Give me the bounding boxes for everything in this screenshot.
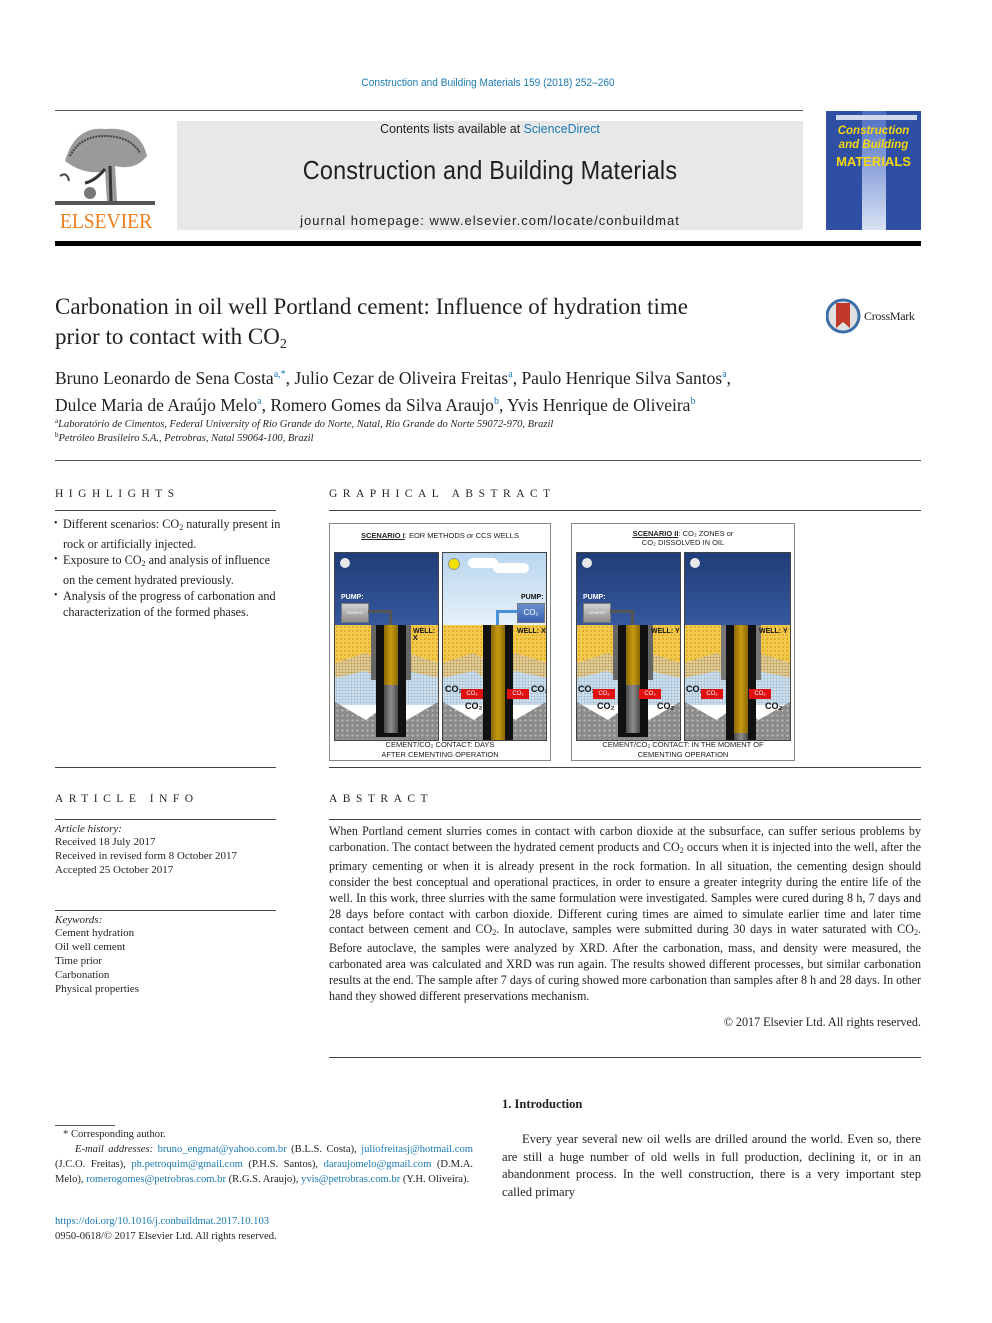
keyword: Carbonation — [55, 969, 110, 981]
highlight-item: Analysis of the progress of carbonation … — [54, 588, 285, 620]
journal-reference[interactable]: Construction and Building Materials 159 … — [39, 77, 937, 89]
introduction-body: Every year several new oil wells are dri… — [502, 1132, 921, 1199]
graphical-abstract-scenario-2[interactable]: SCENARIO II: CO₂ ZONES or CO₂ DISSOLVED I… — [571, 523, 795, 761]
scenario-2-scene-left: PUMP: CEMENT WELL: Y CO₂ CO₂ CO₂ CO₂ CO₂ — [576, 552, 681, 741]
highlight-item: Different scenarios: CO2 naturally prese… — [54, 516, 285, 552]
author[interactable]: Yvis Henrique de Oliveira — [507, 395, 690, 415]
keywords-label: Keywords: — [55, 914, 103, 926]
pump-cement-box: CEMENT — [341, 603, 369, 623]
highlights-bottom-rule — [55, 767, 276, 768]
scenario-1-scene-night: PUMP: CEMENT WELL: X — [334, 552, 439, 741]
article-info-heading: ARTICLE INFO — [55, 793, 199, 805]
sun-icon — [448, 558, 460, 570]
crossmark-label[interactable]: CrossMark — [864, 309, 915, 324]
cover-topbar — [836, 115, 917, 120]
author-affiliation-marker[interactable]: b — [690, 396, 695, 407]
contents-prefix: Contents lists available at — [380, 121, 524, 136]
email-addresses: E-mail addresses: bruno_engmat@yahoo.com… — [55, 1144, 474, 1185]
author-list: Bruno Leonardo de Sena Costaa,*, Julio C… — [55, 368, 732, 415]
moon-icon — [582, 558, 592, 568]
elsevier-wordmark: ELSEVIER — [59, 209, 153, 233]
revised-date: Received in revised form 8 October 2017 — [55, 850, 238, 862]
author[interactable]: Paulo Henrique Silva Santos — [521, 368, 722, 388]
moon-icon — [340, 558, 350, 568]
co2-arrow-right: CO₂ — [507, 689, 529, 699]
sciencedirect-link[interactable]: ScienceDirect — [524, 121, 600, 136]
paper-title: Carbonation in oil well Portland cement:… — [55, 292, 795, 360]
graphical-abstract-rule — [329, 510, 921, 511]
scenario-2-caption: CEMENT/CO₂ CONTACT: IN THE MOMENT OF CEME… — [602, 740, 764, 759]
highlights-list: Different scenarios: CO2 naturally prese… — [54, 516, 285, 620]
keyword: Cement hydration — [55, 927, 135, 939]
cover-title-line3: MATERIALS — [836, 154, 911, 169]
author[interactable]: Dulce Maria de Araújo Melo — [55, 395, 257, 415]
article-history: Article history: Received 18 July 2017 R… — [55, 823, 285, 877]
affiliation-b: bPetróleo Brasileiro S.A., Petrobras, Na… — [55, 431, 314, 444]
email-link[interactable]: juliofreitasj@hotmail.com — [361, 1144, 473, 1155]
keywords-rule — [55, 910, 276, 911]
homepage-url[interactable]: www.elsevier.com/locate/conbuildmat — [429, 213, 679, 228]
highlights-heading: HIGHLIGHTS — [55, 488, 180, 500]
keyword: Oil well cement — [55, 941, 126, 953]
moon-icon — [690, 558, 700, 568]
header-thick-rule — [55, 241, 921, 246]
received-date: Received 18 July 2017 — [55, 836, 156, 848]
title-line-1: Carbonation in oil well Portland cement:… — [55, 294, 688, 319]
email-link[interactable]: daraujomelo@gmail.com — [324, 1159, 432, 1170]
accepted-date: Accepted 25 October 2017 — [55, 864, 174, 876]
title-block-rule — [55, 460, 921, 461]
scenario-2-scene-right: WELL: Y CO₂ CO₂ CO₂ CO₂ — [684, 552, 791, 741]
issn-copyright: 0950-0618/© 2017 Elsevier Ltd. All right… — [55, 1231, 277, 1242]
contents-line: Contents lists available at ScienceDirec… — [193, 121, 788, 136]
graphical-abstract-scenario-1[interactable]: SCENARIO I: EOR METHODS or CCS WELLS PUM… — [329, 523, 551, 761]
author[interactable]: Bruno Leonardo de Sena Costa — [55, 368, 274, 388]
scenario-2-title: SCENARIO II: CO₂ ZONES or CO₂ DISSOLVED I… — [632, 529, 734, 547]
abstract-heading: ABSTRACT — [329, 793, 434, 805]
journal-homepage: journal homepage: www.elsevier.com/locat… — [177, 213, 803, 228]
graphical-abstract-heading: GRAPHICAL ABSTRACT — [329, 488, 556, 500]
author-affiliation-marker[interactable]: a,* — [274, 369, 286, 380]
author[interactable]: Julio Cezar de Oliveira Freitas — [294, 368, 508, 388]
header-rule — [55, 110, 803, 111]
email-link[interactable]: romerogomes@petrobras.com.br — [86, 1174, 226, 1185]
keyword: Physical properties — [55, 983, 140, 995]
graphical-abstract-bottom-rule — [329, 767, 921, 768]
pump-co2-box: CO₂ — [517, 603, 545, 623]
email-link[interactable]: bruno_engmat@yahoo.com.br — [158, 1144, 287, 1155]
abstract-body: When Portland cement slurries comes in c… — [329, 824, 922, 1004]
homepage-label: journal homepage: — [300, 213, 430, 228]
co2-arrow-left: CO₂ — [461, 689, 483, 699]
scenario-1-title: SCENARIO I: EOR METHODS or CCS WELLS — [361, 531, 519, 540]
crossmark-icon — [825, 298, 861, 334]
title-line-2: prior to contact with CO2 — [55, 324, 287, 352]
abstract-bottom-rule — [329, 1057, 921, 1058]
corresponding-author-note: * Corresponding author. — [63, 1129, 166, 1140]
abstract-rule — [329, 819, 921, 820]
affiliation-a: aLaboratório de Cimentos, Federal Univer… — [55, 417, 554, 430]
cover-title-line1: Construction — [837, 125, 910, 137]
article-info-rule — [55, 819, 276, 820]
history-label: Article history: — [55, 823, 122, 835]
cover-title-line2: and Building — [838, 139, 909, 151]
scenario-1-caption: CEMENT/CO₂ CONTACT: DAYS AFTER CEMENTING … — [381, 740, 499, 759]
keywords: Keywords: Cement hydration Oil well ceme… — [55, 914, 285, 996]
journal-cover-thumbnail[interactable]: Construction and Building MATERIALS — [826, 111, 921, 230]
highlights-rule — [55, 510, 276, 511]
well-label: WELL: X — [413, 628, 436, 642]
introduction-heading: 1. Introduction — [502, 1097, 583, 1111]
email-link[interactable]: ph.petroquim@gmail.com — [131, 1159, 243, 1170]
highlight-item: Exposure to CO2 and analysis of influenc… — [54, 552, 285, 588]
scenario-1-scene-day: PUMP: CO₂ WELL: X CO₂ CO₂ CO₂ CO₂ CO₂ — [442, 552, 547, 741]
footnote-rule — [55, 1125, 115, 1126]
doi-link[interactable]: https://doi.org/10.1016/j.conbuildmat.20… — [55, 1216, 269, 1227]
email-link[interactable]: yvis@petrobras.com.br — [301, 1174, 400, 1185]
abstract-copyright: © 2017 Elsevier Ltd. All rights reserved… — [723, 1015, 921, 1029]
author[interactable]: Romero Gomes da Silva Araujo — [270, 395, 494, 415]
footnote-block: * Corresponding author. E-mail addresses… — [55, 1127, 473, 1187]
journal-title: Construction and Building Materials — [302, 155, 678, 185]
keyword: Time prior — [55, 955, 102, 967]
